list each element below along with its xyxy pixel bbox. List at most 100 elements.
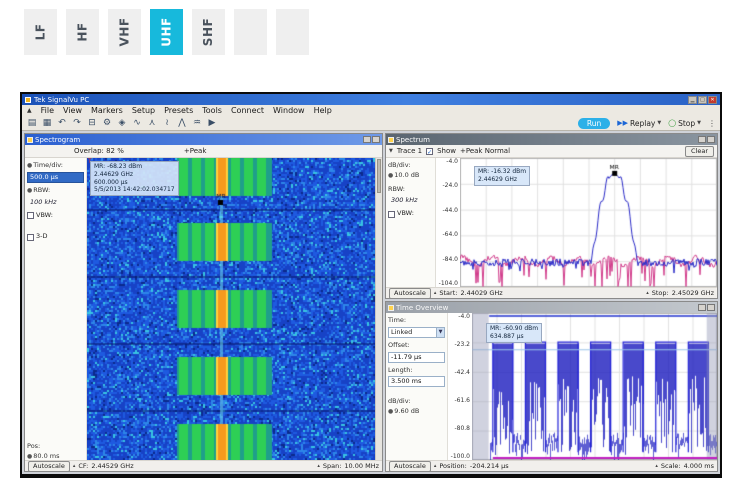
radio-icon[interactable]: ●	[388, 408, 393, 415]
panel-restore-button[interactable]	[698, 136, 706, 143]
stop-button[interactable]: ◯ Stop ▼	[668, 119, 701, 128]
vbw-label: VBW:	[36, 211, 53, 221]
menu-markers[interactable]: Markers	[91, 106, 123, 115]
radio-icon[interactable]: ●	[27, 187, 32, 194]
spectrogram-titlebar[interactable]: Spectrogram	[25, 134, 382, 145]
settings-icon[interactable]: ⚙	[101, 117, 113, 129]
menu-help[interactable]: Help	[314, 106, 332, 115]
time-div-field[interactable]: 500.0 µs	[27, 172, 84, 183]
start-value[interactable]: 2.44029 GHz	[460, 289, 502, 297]
time-label: Time:	[388, 316, 445, 326]
detector-readout[interactable]: +Peak Normal	[460, 147, 510, 155]
adjust-arrow-icon[interactable]: ▴	[434, 290, 437, 296]
adjust-arrow-icon[interactable]: ▴	[646, 290, 649, 296]
tab-vhf[interactable]: VHF	[108, 9, 141, 55]
tab-lf-label: LF	[34, 24, 48, 41]
tab-lf[interactable]: LF	[24, 9, 57, 55]
rbw-value[interactable]: 300 kHz	[388, 195, 433, 206]
print-icon[interactable]: ⊟	[86, 117, 98, 129]
spectrum-icon[interactable]: ∿	[131, 117, 143, 129]
adjust-arrow-icon[interactable]: ▴	[73, 463, 76, 469]
tab-hf[interactable]: HF	[66, 9, 99, 55]
span-value[interactable]: 10.00 MHz	[344, 462, 379, 470]
scale-value[interactable]: 4.000 ms	[684, 462, 714, 470]
spectrogram-marker-readout: MR: -68.23 dBm 2.44629 GHz 600.000 µs 5/…	[90, 161, 179, 196]
vbw-checkbox[interactable]	[388, 211, 395, 218]
menu-presets[interactable]: Presets	[164, 106, 193, 115]
tab-uhf[interactable]: UHF	[150, 9, 183, 55]
db-div-value[interactable]: 10.0 dB	[394, 171, 419, 179]
spectrogram-scrollbar[interactable]	[375, 158, 382, 460]
tab-blank-1[interactable]	[234, 9, 267, 55]
tab-blank-2[interactable]	[276, 9, 309, 55]
trace-selector[interactable]: Trace 1	[397, 147, 422, 155]
save-icon[interactable]: ▦	[41, 117, 53, 129]
overflow-menu-icon[interactable]: ⋮	[708, 119, 716, 128]
panel-maximize-button[interactable]	[707, 304, 715, 311]
scrollbar-thumb[interactable]	[377, 159, 381, 193]
trace-icon[interactable]: ≀	[161, 117, 173, 129]
tab-shf[interactable]: SHF	[192, 9, 225, 55]
panel-maximize-button[interactable]	[707, 136, 715, 143]
minimize-button[interactable]: ▁	[688, 96, 697, 104]
panel-restore-button[interactable]	[698, 304, 706, 311]
amplitude-icon[interactable]: ♒	[191, 117, 203, 129]
panel-restore-button[interactable]	[363, 136, 371, 143]
menu-tools[interactable]: Tools	[202, 106, 222, 115]
vbw-checkbox[interactable]	[27, 212, 34, 219]
pos-value[interactable]: 80.0 ms	[33, 452, 59, 460]
trigger-icon[interactable]: ▶	[206, 117, 218, 129]
spectrum-plot[interactable]: MR: -16.32 dBm 2.44629 GHz	[460, 158, 717, 287]
chevron-down-icon: ▼	[436, 328, 444, 337]
radio-icon[interactable]: ●	[388, 172, 393, 179]
position-label: Position:	[439, 462, 467, 470]
chevron-down-icon: ▼	[657, 120, 661, 126]
time-marker-readout: MR: -60.90 dBm 634.887 µs	[486, 323, 542, 343]
menu-view[interactable]: View	[63, 106, 82, 115]
undo-icon[interactable]: ↶	[56, 117, 68, 129]
close-button[interactable]: ✕	[708, 96, 717, 104]
autoscale-button[interactable]: Autoscale	[28, 461, 70, 472]
time-overview-plot[interactable]: MR: -60.90 dBm 634.887 µs	[472, 313, 717, 460]
length-label: Length:	[388, 366, 445, 376]
run-button[interactable]: Run	[578, 118, 610, 129]
time-mode-dropdown[interactable]: Linked▼	[388, 327, 445, 338]
detector-selector[interactable]: +Peak	[184, 147, 207, 155]
rbw-value[interactable]: 100 kHz	[27, 197, 84, 208]
redo-icon[interactable]: ↷	[71, 117, 83, 129]
open-icon[interactable]: ▤	[26, 117, 38, 129]
db-div-value[interactable]: 9.60 dB	[394, 407, 419, 415]
menu-file[interactable]: File	[41, 106, 54, 115]
length-field[interactable]: 3.500 ms	[388, 376, 445, 387]
radio-icon[interactable]: ●	[27, 453, 32, 460]
panel-maximize-button[interactable]	[372, 136, 380, 143]
spectrogram-canvas[interactable]	[87, 158, 375, 460]
autoscale-button[interactable]: Autoscale	[389, 461, 431, 472]
show-checkbox[interactable]: ✓	[426, 148, 433, 155]
markers-icon[interactable]: ⋏	[146, 117, 158, 129]
spectrogram-plot[interactable]: T MR: -68.23 dBm 2.44629 GHz 600.000 µs …	[87, 158, 375, 460]
adjust-arrow-icon[interactable]: ▴	[317, 463, 320, 469]
radio-icon[interactable]: ●	[27, 162, 32, 169]
spectrum-marker-readout: MR: -16.32 dBm 2.44629 GHz	[474, 166, 530, 186]
menu-window[interactable]: Window	[273, 106, 305, 115]
cf-value[interactable]: 2.44529 GHz	[91, 462, 133, 470]
maximize-button[interactable]: □	[698, 96, 707, 104]
window-titlebar[interactable]: Tek SignalVu PC ▁ □ ✕	[22, 94, 720, 105]
spectrum-titlebar[interactable]: Spectrum	[386, 134, 717, 145]
adjust-arrow-icon[interactable]: ▴	[655, 463, 658, 469]
offset-field[interactable]: -11.79 µs	[388, 352, 445, 363]
stop-value[interactable]: 2.45029 GHz	[672, 289, 714, 297]
autoscale-button[interactable]: Autoscale	[389, 288, 431, 299]
threed-checkbox[interactable]	[27, 234, 34, 241]
clear-button[interactable]: Clear	[685, 146, 714, 157]
menu-connect[interactable]: Connect	[231, 106, 264, 115]
adjust-arrow-icon[interactable]: ▴	[434, 463, 437, 469]
replay-button[interactable]: ▶▶ Replay ▼	[617, 119, 661, 128]
toolbar: ▤ ▦ ↶ ↷ ⊟ ⚙ ◈ ∿ ⋏ ≀ ⋀ ♒ ▶ Run ▶▶ Replay …	[22, 116, 720, 131]
position-value[interactable]: -204.214 µs	[470, 462, 509, 470]
analysis-icon[interactable]: ⋀	[176, 117, 188, 129]
menu-setup[interactable]: Setup	[132, 106, 155, 115]
acquire-icon[interactable]: ◈	[116, 117, 128, 129]
time-overview-titlebar[interactable]: Time Overview	[386, 302, 717, 313]
